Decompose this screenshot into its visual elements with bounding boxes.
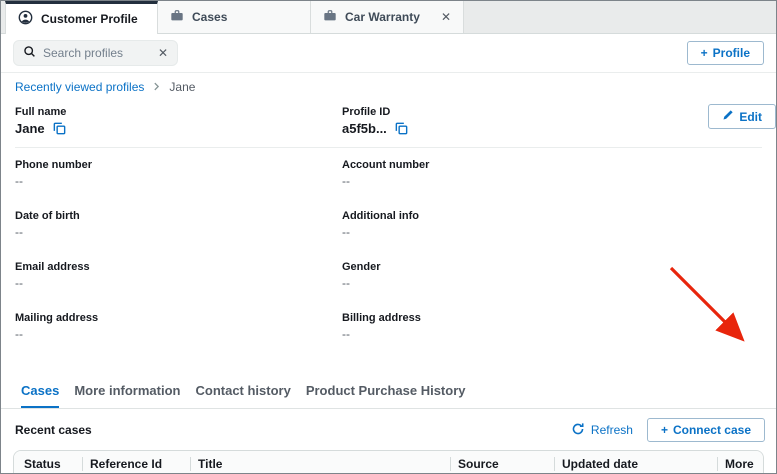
search-toolbar: ✕ + Profile [1, 34, 776, 73]
tab-car-warranty[interactable]: Car Warranty ✕ [311, 1, 464, 33]
add-profile-button[interactable]: + Profile [687, 41, 764, 65]
column-header-more[interactable]: More [717, 457, 763, 471]
profile-field-row: Date of birth -- Additional info -- [15, 199, 762, 250]
profile-field-row: Mailing address -- Billing address -- [15, 301, 762, 352]
user-circle-icon [18, 10, 33, 28]
breadcrumb: Recently viewed profiles Jane [1, 73, 776, 100]
refresh-button[interactable]: Refresh [571, 422, 633, 439]
column-header-source[interactable]: Source [450, 457, 554, 471]
column-header-title[interactable]: Title [190, 457, 450, 471]
field-phone-number: Phone number -- [15, 159, 342, 198]
breadcrumb-link[interactable]: Recently viewed profiles [15, 80, 144, 94]
tab-customer-profile[interactable]: Customer Profile [5, 1, 158, 34]
tab-cases[interactable]: Cases [158, 1, 311, 33]
search-input[interactable] [43, 46, 151, 60]
customer-profile-window: Customer Profile Cases Car Warranty ✕ [0, 0, 777, 474]
column-header-status[interactable]: Status [14, 457, 82, 471]
chevron-right-icon [152, 80, 161, 94]
field-additional-info: Additional info -- [342, 210, 762, 249]
field-mailing-address: Mailing address -- [15, 312, 342, 351]
detail-tab-product-purchase-history[interactable]: Product Purchase History [306, 374, 466, 408]
field-value: Jane [15, 121, 45, 136]
search-icon [23, 45, 36, 61]
tab-label: Car Warranty [345, 10, 420, 24]
pencil-icon [722, 109, 734, 124]
breadcrumb-current: Jane [169, 80, 195, 94]
field-account-number: Account number -- [342, 159, 762, 198]
profile-field-row: Phone number -- Account number -- [15, 148, 762, 199]
detail-tab-more-information[interactable]: More information [74, 374, 180, 408]
column-header-updated-date[interactable]: Updated date [554, 457, 717, 471]
detail-tab-contact-history[interactable]: Contact history [195, 374, 290, 408]
table-header-row: Status Reference Id Title Source Updated… [14, 451, 763, 474]
connect-case-button[interactable]: + Connect case [647, 418, 765, 442]
detail-tab-cases[interactable]: Cases [21, 374, 59, 408]
briefcase-icon [323, 9, 337, 26]
field-label: Profile ID [342, 106, 762, 118]
profile-field-row: Email address -- Gender -- [15, 250, 762, 301]
briefcase-icon [170, 9, 184, 26]
edit-button[interactable]: Edit [708, 104, 776, 129]
field-value: a5f5b... [342, 121, 387, 136]
close-icon[interactable]: ✕ [441, 10, 451, 24]
recent-cases-header: Recent cases Refresh + Connect case [1, 409, 776, 450]
field-profile-id: Profile ID a5f5b... [342, 106, 762, 136]
column-header-reference-id[interactable]: Reference Id [82, 457, 190, 471]
field-billing-address: Billing address -- [342, 312, 762, 351]
tab-label: Cases [192, 10, 227, 24]
search-box[interactable]: ✕ [13, 40, 178, 66]
profile-primary-fields: Full name Jane Profile ID a5f5b... [15, 102, 762, 148]
clear-search-icon[interactable]: ✕ [158, 46, 168, 60]
field-email-address: Email address -- [15, 261, 342, 300]
field-full-name: Full name Jane [15, 106, 342, 136]
detail-tabs: Cases More information Contact history P… [1, 374, 776, 409]
tab-bar: Customer Profile Cases Car Warranty ✕ [1, 1, 776, 34]
field-label: Full name [15, 106, 342, 118]
cases-table: Status Reference Id Title Source Updated… [13, 450, 764, 474]
section-title: Recent cases [15, 423, 92, 437]
plus-icon: + [661, 423, 668, 437]
field-gender: Gender -- [342, 261, 762, 300]
profile-panel: Edit Full name Jane Profile ID [1, 100, 776, 374]
copy-icon[interactable] [52, 121, 67, 136]
copy-icon[interactable] [394, 121, 409, 136]
plus-icon: + [701, 46, 708, 60]
field-date-of-birth: Date of birth -- [15, 210, 342, 249]
tab-label: Customer Profile [41, 12, 138, 26]
refresh-icon [571, 422, 585, 439]
